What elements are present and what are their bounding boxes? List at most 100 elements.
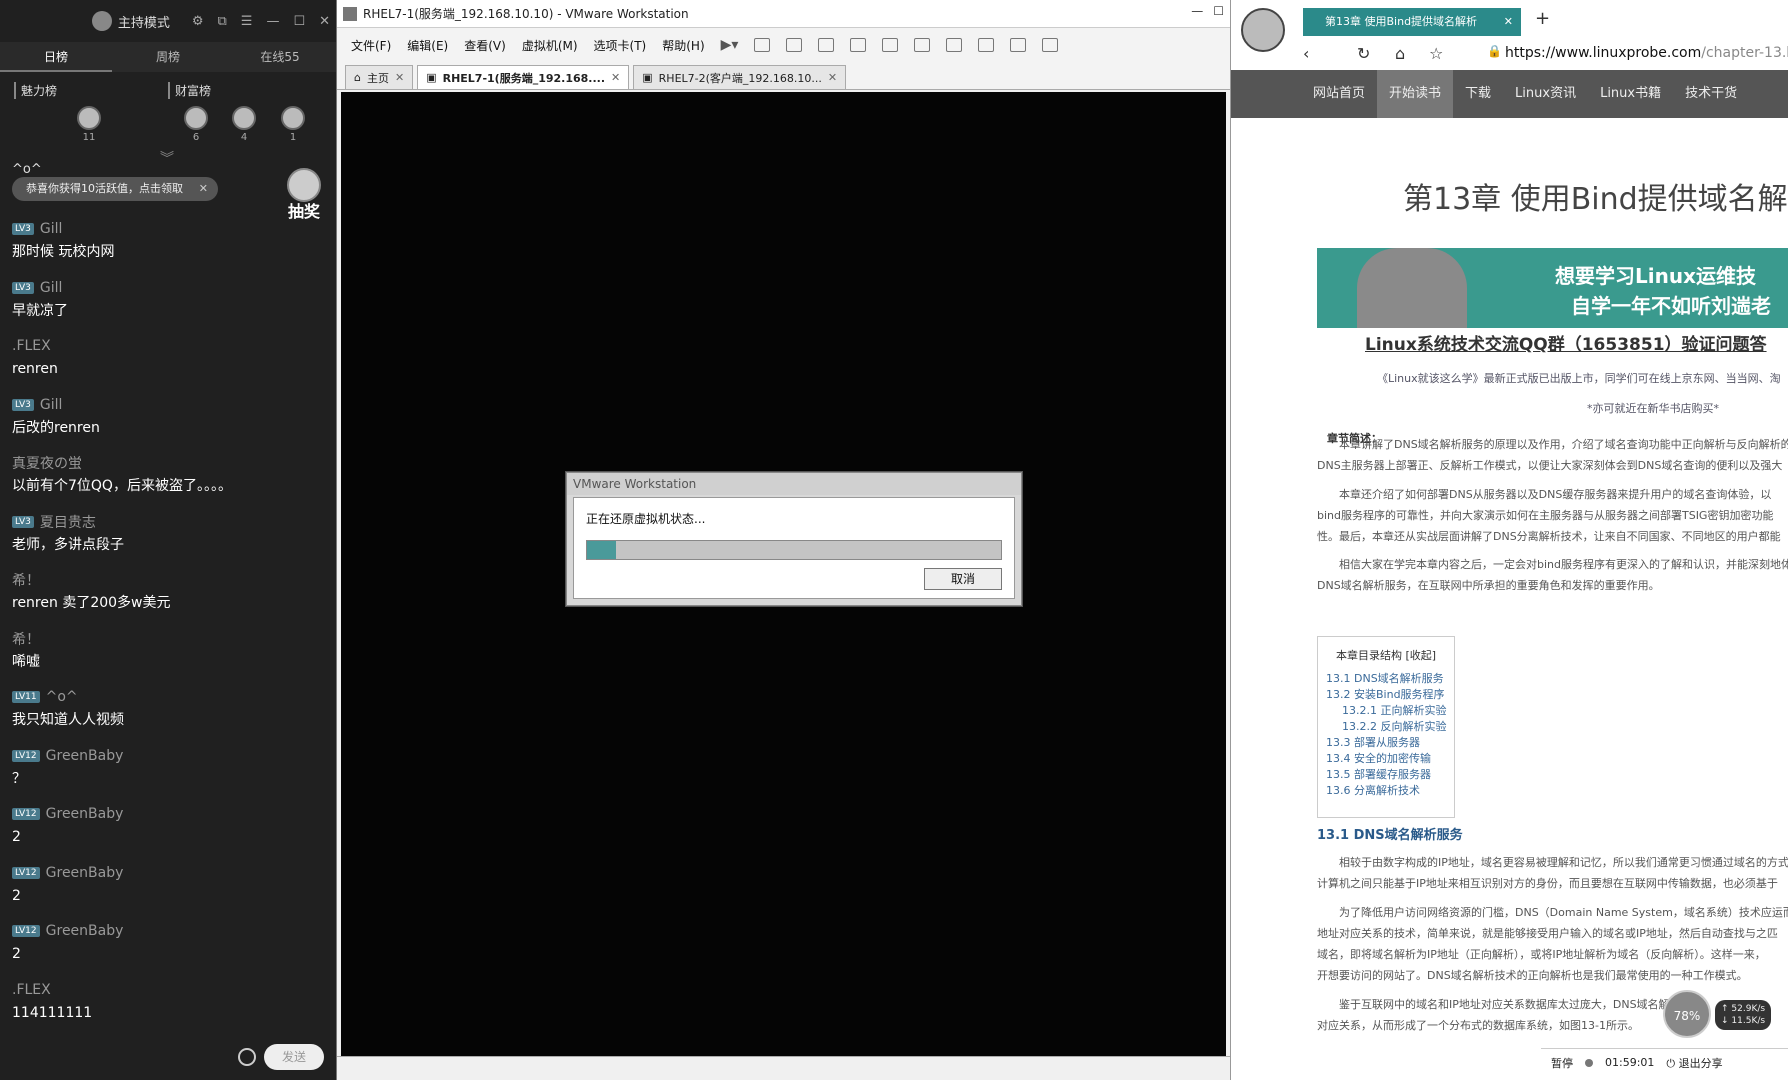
toc-item[interactable]: 13.6 分离解析技术 bbox=[1326, 783, 1446, 799]
rank-count: 11 bbox=[82, 132, 96, 143]
console-icon[interactable] bbox=[1010, 38, 1027, 52]
chat-message: LV12 GreenBaby 2 bbox=[12, 803, 328, 862]
menu-edit[interactable]: 编辑(E) bbox=[407, 37, 448, 54]
username[interactable]: Gill bbox=[40, 280, 63, 296]
toc-title[interactable]: 本章目录结构 [收起] bbox=[1326, 647, 1446, 663]
tab-title: 第13章 使用Bind提供域名解析 bbox=[1325, 15, 1478, 28]
menu-file[interactable]: 文件(F) bbox=[351, 37, 391, 54]
course-ad-banner[interactable]: 想要学习Linux运维技 自学一年不如听刘遄老 bbox=[1317, 248, 1788, 328]
home-icon: ⌂ bbox=[354, 71, 361, 84]
send-ctrl-alt-del-icon[interactable] bbox=[754, 38, 771, 52]
username[interactable]: 真夏夜の蛍 bbox=[12, 453, 82, 473]
nav-tech[interactable]: 技术干货 bbox=[1673, 70, 1749, 118]
username[interactable]: .FLEX bbox=[12, 982, 51, 998]
nav-download[interactable]: 下载 bbox=[1453, 70, 1503, 118]
menu-help[interactable]: 帮助(H) bbox=[662, 37, 704, 54]
rank-avatar[interactable]: 6 bbox=[183, 106, 209, 143]
chat-message: LV3 Gill 那时候 玩校内网 bbox=[12, 218, 328, 277]
rank-avatar[interactable]: 1 bbox=[280, 106, 306, 143]
username[interactable]: ^o^ bbox=[46, 689, 78, 705]
message-text: ？ bbox=[12, 770, 26, 787]
reload-icon[interactable]: ↻ bbox=[1357, 44, 1370, 63]
toc-item[interactable]: 13.5 部署缓存服务器 bbox=[1326, 767, 1446, 783]
username[interactable]: GreenBaby bbox=[46, 806, 124, 822]
snapshot-manager-icon[interactable] bbox=[850, 38, 867, 52]
menu-vm[interactable]: 虚拟机(M) bbox=[522, 37, 578, 54]
speed-gauge[interactable]: 78% bbox=[1663, 990, 1711, 1038]
lottery-button[interactable]: 抽奖 bbox=[282, 168, 326, 222]
host-mode[interactable]: 主持模式 bbox=[91, 11, 170, 31]
maximize-icon[interactable]: ☐ bbox=[1213, 4, 1224, 18]
charm-rank-title: 魅力榜 bbox=[14, 82, 57, 99]
back-icon[interactable]: ‹ bbox=[1303, 44, 1309, 63]
username[interactable]: GreenBaby bbox=[46, 865, 124, 881]
nav-home[interactable]: 网站首页 bbox=[1301, 70, 1377, 118]
menu-icon[interactable]: ☰ bbox=[241, 14, 253, 29]
nav-books[interactable]: Linux书籍 bbox=[1588, 70, 1673, 118]
rank-avatar[interactable]: 4 bbox=[231, 106, 257, 143]
username[interactable]: 夏目贵志 bbox=[40, 512, 96, 532]
revert-snapshot-icon[interactable] bbox=[818, 38, 835, 52]
home-icon[interactable]: ⌂ bbox=[1395, 44, 1405, 63]
chevron-down-icon[interactable]: ︾ bbox=[160, 148, 174, 168]
close-icon[interactable]: ✕ bbox=[1504, 8, 1513, 36]
thumbnail-icon[interactable] bbox=[914, 38, 931, 52]
username[interactable]: Gill bbox=[40, 221, 63, 237]
tab-rhel7-1[interactable]: ▣ RHEL7-1(服务端_192.168.... ✕ bbox=[417, 65, 630, 89]
tab-chapter-13[interactable]: 第13章 使用Bind提供域名解析 ✕ bbox=[1303, 8, 1521, 36]
toc-item[interactable]: 13.2 安装Bind服务程序 bbox=[1326, 687, 1446, 703]
menu-view[interactable]: 查看(V) bbox=[464, 37, 506, 54]
close-icon[interactable]: ✕ bbox=[828, 71, 837, 84]
nav-news[interactable]: Linux资讯 bbox=[1503, 70, 1588, 118]
fullscreen-icon[interactable] bbox=[946, 38, 963, 52]
activity-reward-banner[interactable]: 恭喜你获得10活跃值，点击领取 ✕ bbox=[12, 177, 218, 201]
minimize-icon[interactable]: — bbox=[266, 14, 279, 29]
paragraph-line: 域名，即将域名解析为IP地址（正向解析），或将IP地址解析为域名（反向解析）。这… bbox=[1317, 948, 1766, 961]
close-icon[interactable]: ✕ bbox=[395, 71, 404, 84]
stretch-view-icon[interactable] bbox=[1042, 38, 1059, 52]
username[interactable]: 希！ bbox=[12, 629, 40, 649]
close-icon[interactable]: ✕ bbox=[319, 14, 330, 29]
qq-group-link[interactable]: Linux系统技术交流QQ群（1653851）验证问题答 bbox=[1365, 330, 1767, 355]
username[interactable]: GreenBaby bbox=[46, 748, 124, 764]
username[interactable]: Gill bbox=[40, 397, 63, 413]
emoji-icon[interactable] bbox=[238, 1048, 256, 1066]
cancel-button[interactable]: 取消 bbox=[924, 568, 1002, 590]
settings-icon[interactable]: ⚙ bbox=[192, 14, 204, 29]
tab-home[interactable]: ⌂ 主页 ✕ bbox=[345, 65, 414, 89]
toc-item[interactable]: 13.2.2 反向解析实验 bbox=[1326, 719, 1446, 735]
message-meta: LV3 夏目贵志 bbox=[12, 511, 328, 533]
rank-avatar[interactable]: 11 bbox=[76, 106, 102, 143]
toc-item[interactable]: 13.1 DNS域名解析服务 bbox=[1326, 671, 1446, 687]
message-text: renren 卖了200多w美元 bbox=[12, 595, 171, 611]
tab-daily[interactable]: 日榜 bbox=[0, 42, 112, 72]
tab-rhel7-2[interactable]: ▣ RHEL7-2(客户端_192.168.10... ✕ bbox=[633, 65, 847, 89]
minimize-icon[interactable]: — bbox=[1191, 4, 1203, 18]
close-icon[interactable]: ✕ bbox=[611, 71, 620, 84]
chat-message: LV12 GreenBaby 2 bbox=[12, 862, 328, 921]
username[interactable]: .FLEX bbox=[12, 338, 51, 354]
library-icon[interactable] bbox=[882, 38, 899, 52]
toc-item[interactable]: 13.3 部署从服务器 bbox=[1326, 735, 1446, 751]
tab-online[interactable]: 在线55 bbox=[224, 42, 336, 72]
maximize-icon[interactable]: ☐ bbox=[293, 14, 305, 29]
star-icon[interactable]: ☆ bbox=[1429, 44, 1443, 63]
recording-icon bbox=[1585, 1058, 1593, 1067]
unity-icon[interactable] bbox=[978, 38, 995, 52]
url-field[interactable]: https://www.linuxprobe.com/chapter-13.h bbox=[1505, 45, 1788, 61]
username[interactable]: 希！ bbox=[12, 570, 40, 590]
menu-tabs[interactable]: 选项卡(T) bbox=[594, 37, 647, 54]
nav-read[interactable]: 开始读书 bbox=[1377, 70, 1454, 118]
tab-weekly[interactable]: 周榜 bbox=[112, 42, 224, 72]
send-button[interactable]: 发送 bbox=[264, 1044, 324, 1070]
username[interactable]: GreenBaby bbox=[46, 923, 124, 939]
exit-share-button[interactable]: ⏻ 退出分享 bbox=[1666, 1055, 1722, 1071]
new-tab-icon[interactable]: + bbox=[1535, 8, 1550, 29]
snapshot-icon[interactable] bbox=[786, 38, 803, 52]
power-on-icon[interactable]: ▶▾ bbox=[721, 37, 739, 53]
close-icon[interactable]: ✕ bbox=[199, 177, 208, 201]
pause-button[interactable]: 暂停 bbox=[1551, 1055, 1573, 1071]
popout-icon[interactable]: ⧉ bbox=[217, 14, 226, 29]
toc-item[interactable]: 13.2.1 正向解析实验 bbox=[1326, 703, 1446, 719]
toc-item[interactable]: 13.4 安全的加密传输 bbox=[1326, 751, 1446, 767]
